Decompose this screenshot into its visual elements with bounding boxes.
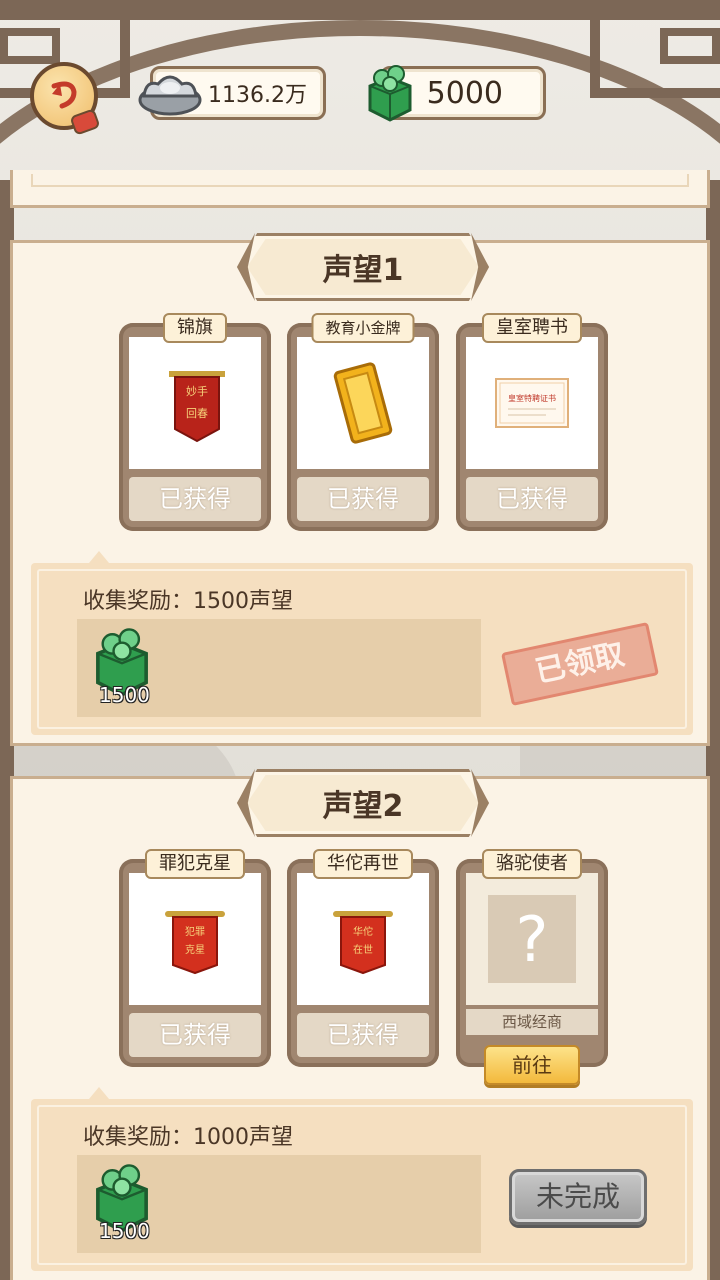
group-title-plate: 声望2: [237, 769, 489, 837]
reputation-group-1: 声望1 妙手 回春 已获得 锦旗 已获得 教育小金牌 皇室特聘证书 已获得 皇室…: [10, 233, 710, 746]
item-hint: 西域经商: [466, 1009, 598, 1035]
back-arrow-icon: [51, 81, 77, 109]
svg-text:回春: 回春: [186, 407, 208, 420]
collection-reward: 收集奖励：1500声望 1500 已领取: [31, 551, 693, 735]
back-button[interactable]: [30, 62, 101, 136]
reward-label: 收集奖励：1000声望: [83, 1125, 293, 1150]
item-status: 已获得: [466, 477, 598, 521]
banner-text: 妙手: [186, 384, 208, 398]
silver-amount: 1136.2万: [208, 83, 307, 108]
item-image: 犯罪 克星: [129, 873, 261, 1005]
item-name: 罪犯克星: [145, 849, 245, 879]
red-banner-icon: 妙手 回春: [169, 371, 225, 443]
item-image: 华佗 在世: [297, 873, 429, 1005]
question-icon: ?: [488, 895, 576, 983]
group-title: 声望1: [322, 253, 404, 288]
group-title: 声望2: [322, 789, 404, 824]
reward-items: 1500: [77, 619, 481, 717]
collection-reward: 收集奖励：1000声望 1500 未完成: [31, 1087, 693, 1271]
svg-text:皇室特聘证书: 皇室特聘证书: [508, 393, 556, 403]
item-name: 华佗再世: [313, 849, 413, 879]
red-banner-icon: 犯罪 克星: [165, 911, 225, 975]
collection-card[interactable]: 皇室特聘证书 已获得 皇室聘书: [456, 313, 608, 531]
jade-amount: 5000: [426, 75, 503, 111]
item-image: [297, 337, 429, 469]
collection-card[interactable]: 华佗 在世 已获得 华佗再世: [287, 849, 439, 1067]
item-status: 已获得: [297, 1013, 429, 1057]
reward-quantity: 1500: [99, 683, 150, 707]
goto-button[interactable]: 前往: [484, 1045, 580, 1085]
silver-ingot-icon: [138, 75, 202, 116]
collection-card[interactable]: 已获得 教育小金牌: [287, 313, 439, 531]
svg-text:在世: 在世: [353, 944, 373, 956]
collection-card[interactable]: 犯罪 克星 已获得 罪犯克星: [119, 849, 271, 1067]
incomplete-button[interactable]: 未完成: [509, 1169, 647, 1225]
item-name: 皇室聘书: [482, 313, 582, 343]
reward-item[interactable]: 1500: [93, 1163, 157, 1243]
jade-icon: [368, 65, 412, 122]
svg-text:克星: 克星: [185, 944, 205, 956]
item-name: 教育小金牌: [311, 313, 415, 343]
item-name: 骆驼使者: [482, 849, 582, 879]
claimed-stamp: 已领取: [501, 621, 659, 707]
reward-quantity: 1500: [99, 1219, 150, 1243]
certificate-icon: 皇室特聘证书: [495, 378, 569, 428]
collection-card-locked[interactable]: ? 西域经商 前往 骆驼使者: [456, 849, 608, 1085]
reward-item[interactable]: 1500: [93, 627, 157, 707]
item-status: 已获得: [297, 477, 429, 521]
item-image: ?: [466, 873, 598, 1005]
item-image: 皇室特聘证书: [466, 337, 598, 469]
item-image: 妙手 回春: [129, 337, 261, 469]
svg-text:华佗: 华佗: [353, 925, 373, 938]
red-banner-icon: 华佗 在世: [333, 911, 393, 975]
gold-plaque-icon: [333, 362, 393, 444]
svg-text:犯罪: 犯罪: [185, 926, 205, 938]
item-status: 已获得: [129, 1013, 261, 1057]
group-title-plate: 声望1: [237, 233, 489, 301]
previous-panel-edge: [10, 170, 710, 208]
reputation-group-2: 声望2 犯罪 克星 已获得 罪犯克星 华佗 在世 已获得 华佗再世 ? 西域经商…: [10, 769, 710, 1280]
item-name: 锦旗: [163, 313, 227, 343]
reward-label: 收集奖励：1500声望: [83, 589, 293, 614]
collection-card[interactable]: 妙手 回春 已获得 锦旗: [119, 313, 271, 531]
item-status: 已获得: [129, 477, 261, 521]
reward-items: 1500: [77, 1155, 481, 1253]
